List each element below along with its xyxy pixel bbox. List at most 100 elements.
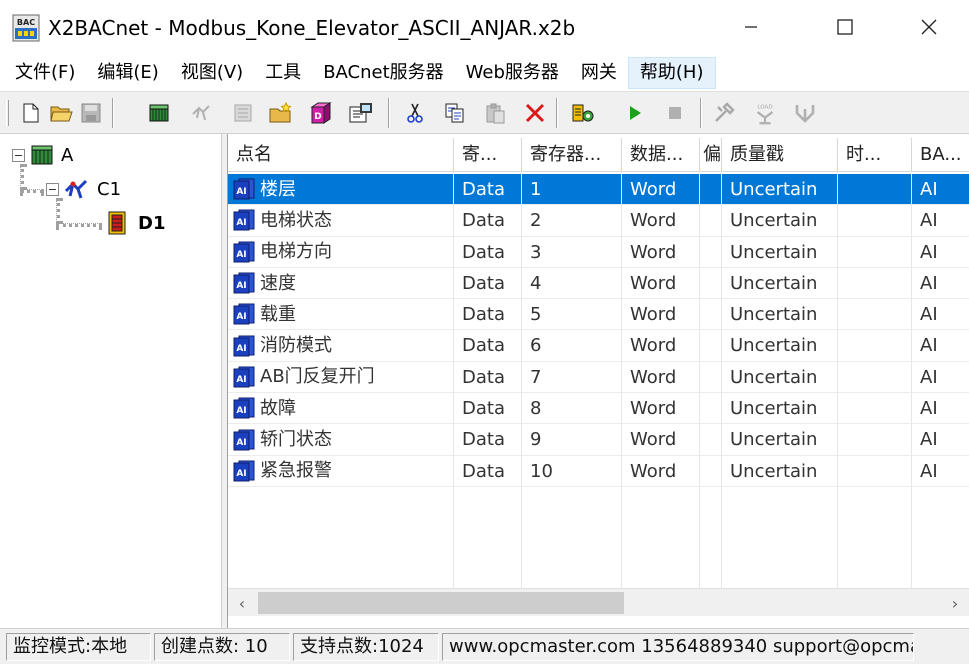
horizontal-scrollbar[interactable]: ‹ ›: [228, 588, 969, 616]
load-button[interactable]: LOAD: [752, 100, 778, 126]
column-header-offset[interactable]: 偏: [700, 138, 722, 172]
tree-node-device[interactable]: D1: [104, 210, 165, 236]
empty-cell: [912, 518, 969, 549]
menu-file[interactable]: 文件(F): [4, 57, 86, 89]
column-header-bacnet[interactable]: BA...: [912, 138, 969, 172]
empty-cell: [522, 549, 622, 581]
cell-offset: [700, 361, 722, 394]
cell-quality: Uncertain: [722, 299, 838, 331]
table-row[interactable]: AI 消防模式 Data 6 Word Uncertain AI: [228, 330, 969, 362]
status-supported-points: 支持点数:1024: [293, 632, 439, 661]
empty-cell: [622, 549, 700, 581]
table-row[interactable]: AI 速度 Data 4 Word Uncertain AI: [228, 267, 969, 300]
tree-node-root[interactable]: − A: [12, 142, 73, 168]
new-point-button[interactable]: [268, 100, 294, 126]
empty-cell: [454, 518, 522, 550]
empty-cell: [228, 518, 454, 550]
table-row[interactable]: AI 载重 Data 5 Word Uncertain AI: [228, 299, 969, 331]
download-button[interactable]: [792, 100, 818, 126]
add-channel-button[interactable]: [146, 100, 172, 126]
open-button[interactable]: [48, 100, 74, 126]
tools-button[interactable]: [712, 100, 738, 126]
add-group-button[interactable]: [230, 100, 256, 126]
cell-quality: Uncertain: [722, 393, 838, 425]
column-header-name[interactable]: 点名: [228, 138, 454, 172]
table-row[interactable]: AI 紧急报警 Data 10 Word Uncertain AI: [228, 455, 969, 487]
toolbar-grip[interactable]: [6, 100, 9, 126]
cell-quality: Uncertain: [722, 267, 838, 300]
column-header-register-type[interactable]: 寄...: [454, 138, 522, 172]
point-name-label: 轿门状态: [260, 429, 332, 451]
menu-bacnet-server[interactable]: BACnet服务器: [312, 57, 454, 89]
close-button[interactable]: [906, 6, 952, 48]
cell-datatype: Word: [622, 361, 700, 394]
menu-edit[interactable]: 编辑(E): [86, 57, 169, 89]
channel-icon: [64, 179, 88, 199]
run-button[interactable]: [622, 100, 648, 126]
cell-bacnet-type: AI: [912, 174, 969, 206]
column-header-datatype[interactable]: 数据...: [622, 138, 700, 172]
paste-button[interactable]: [482, 100, 508, 126]
analog-input-icon-text: AI: [236, 312, 246, 322]
table-row[interactable]: AI 故障 Data 8 Word Uncertain AI: [228, 393, 969, 425]
point-name-label: 故障: [260, 397, 296, 419]
monitor-button[interactable]: [570, 100, 596, 126]
table-row[interactable]: AI 电梯状态 Data 2 Word Uncertain AI: [228, 205, 969, 237]
collapse-icon[interactable]: −: [46, 182, 59, 196]
cell-time: [838, 205, 912, 237]
table-row[interactable]: AI 电梯方向 Data 3 Word Uncertain AI: [228, 236, 969, 268]
cell-bacnet-type: AI: [912, 456, 969, 487]
cell-register-type: Data: [454, 393, 522, 425]
analog-input-icon-text: AI: [236, 344, 246, 354]
menu-tools[interactable]: 工具: [254, 57, 312, 89]
new-button[interactable]: [18, 100, 44, 126]
analog-input-icon: AI: [233, 335, 255, 357]
empty-cell: [912, 487, 969, 518]
table-row[interactable]: AI 轿门状态 Data 9 Word Uncertain AI: [228, 424, 969, 456]
cell-bacnet-type: AI: [912, 205, 969, 237]
scroll-left-button[interactable]: ‹: [228, 589, 256, 617]
cell-register-type: Data: [454, 330, 522, 362]
cell-quality: Uncertain: [722, 205, 838, 237]
empty-cell: [722, 518, 838, 550]
cell-offset: [700, 174, 722, 206]
status-contact: www.opcmaster.com 13564889340 support@op…: [442, 632, 914, 661]
scrollbar-thumb[interactable]: [258, 592, 624, 614]
copy-icon: [445, 103, 464, 123]
cell-register-type: Data: [454, 267, 522, 300]
tree-node-channel[interactable]: − C1: [46, 176, 121, 202]
collapse-icon[interactable]: −: [12, 148, 25, 162]
cut-button[interactable]: [402, 100, 428, 126]
maximize-button[interactable]: [822, 6, 868, 48]
cell-time: [838, 424, 912, 456]
status-mode: 监控模式:本地: [6, 632, 151, 661]
app-icon-text: BAC: [17, 18, 35, 27]
delete-button[interactable]: [522, 100, 548, 126]
menu-view[interactable]: 视图(V): [170, 57, 254, 89]
column-header-register[interactable]: 寄存器...: [522, 138, 622, 172]
analog-input-icon: AI: [233, 178, 255, 200]
stop-button[interactable]: [662, 100, 688, 126]
cell-register-type: Data: [454, 205, 522, 237]
save-button[interactable]: [78, 100, 104, 126]
copy-button[interactable]: [442, 100, 468, 126]
empty-cell: [454, 487, 522, 519]
close-icon: [921, 19, 937, 35]
menu-help[interactable]: 帮助(H): [627, 57, 716, 89]
column-header-time[interactable]: 时...: [838, 138, 912, 172]
add-datapoint-button[interactable]: D: [308, 100, 334, 126]
menu-web-server[interactable]: Web服务器: [455, 57, 570, 89]
table-row[interactable]: AI 楼层 Data 1 Word Uncertain AI: [228, 174, 969, 206]
add-device-button[interactable]: [188, 100, 214, 126]
window-title: X2BACnet - Modbus_Kone_Elevator_ASCII_AN…: [48, 16, 576, 40]
analog-input-icon-text: AI: [236, 406, 246, 416]
minimize-button[interactable]: [728, 6, 774, 48]
column-header-quality[interactable]: 质量戳: [722, 138, 838, 172]
properties-button[interactable]: [348, 100, 374, 126]
run-icon: [630, 106, 641, 120]
table-row[interactable]: AI AB门反复开门 Data 7 Word Uncertain AI: [228, 361, 969, 394]
scroll-right-button[interactable]: ›: [941, 589, 969, 617]
cell-datatype: Word: [622, 174, 700, 206]
cell-register-type: Data: [454, 424, 522, 456]
menu-gateway[interactable]: 网关: [570, 57, 628, 89]
